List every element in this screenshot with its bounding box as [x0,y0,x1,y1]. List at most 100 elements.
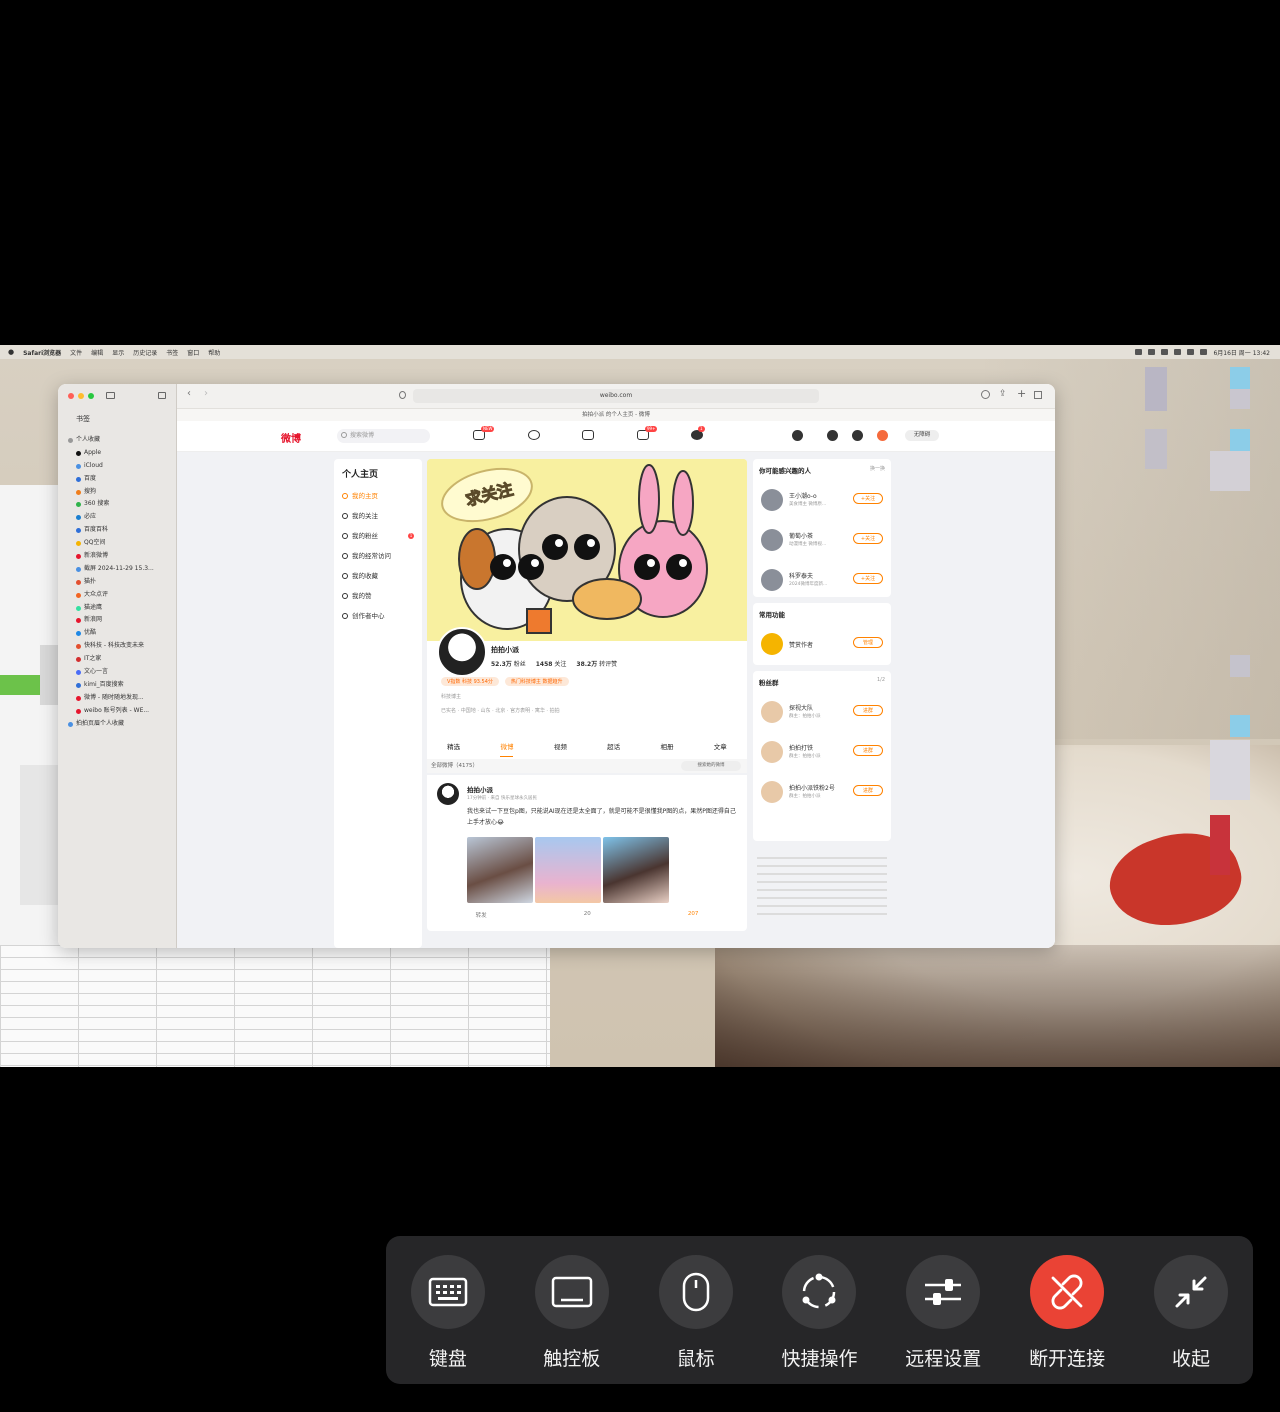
menu-view[interactable]: 显示 [112,348,124,357]
user-row[interactable]: 拍拍小派铁粉2号 群主：拍拍小派 进群 [753,773,891,813]
video-icon[interactable] [582,430,594,440]
avatar[interactable] [761,741,783,763]
avatar[interactable] [761,569,783,591]
user-name[interactable]: 王小潮o-o [789,491,817,500]
back-icon[interactable]: ‹ [187,388,191,399]
bookmark-item[interactable]: 360 搜索 [68,498,172,511]
nav-item[interactable]: 创作者中心 [342,606,414,626]
bookmark-item[interactable]: 百度百科 [68,524,172,537]
user-row[interactable]: 探视大队 群主：拍拍小派 进群 [753,693,891,733]
quick-actions-button[interactable]: 快捷操作 [760,1255,878,1371]
follow-button[interactable]: +关注 [853,573,883,584]
bookmark-item[interactable]: 百度 [68,473,172,486]
nav-item[interactable]: 我的主页 [342,486,414,506]
menu-history[interactable]: 历史记录 [133,348,157,357]
mouse-button[interactable]: 鼠标 [637,1255,755,1371]
share-icon[interactable]: ⇪ [999,389,1007,399]
user-name[interactable]: 拍拍小派铁粉2号 [789,783,835,792]
user-name[interactable]: 探视大队 [789,703,813,712]
nav-item[interactable]: 我的收藏 [342,566,414,586]
keyboard-button[interactable]: 键盘 [389,1255,507,1371]
post-image[interactable] [467,837,533,903]
active-tab[interactable]: 拍拍小派 的个人主页 - 微博 [177,409,1055,421]
profile-tab[interactable]: 相册 [660,737,673,757]
profile-tab[interactable]: 文章 [714,737,727,757]
follow-button[interactable]: 进群 [853,785,883,796]
bookmark-item[interactable]: QQ空间 [68,537,172,550]
follow-button[interactable]: +关注 [853,493,883,504]
bookmark-item[interactable]: 个人收藏 [68,434,172,447]
disconnect-button[interactable]: 断开连接 [1008,1255,1126,1371]
profile-tab[interactable]: 精选 [447,737,460,757]
avatar[interactable] [437,627,487,677]
feed-count-dropdown[interactable]: 全部微博（4175） [431,759,478,773]
menu-bookmarks[interactable]: 书签 [166,348,178,357]
menu-app-name[interactable]: Safari浏览器 [23,348,61,357]
bookmark-item[interactable]: 快科技 - 科技改变未来 [68,640,172,653]
nav-item[interactable]: 我的关注 [342,506,414,526]
likes-stat[interactable]: 38.2万 转评赞 [576,659,617,668]
user-row[interactable]: 葡萄小茶 动漫博主 微博视... +关注 [753,521,891,561]
like-button[interactable]: 207 [688,911,699,919]
battery-icon[interactable] [1187,349,1195,355]
bookmark-item[interactable]: 优酷 [68,627,172,640]
accessibility-mode-button[interactable]: 无障碍 [905,430,939,441]
user-row[interactable]: 拍拍打铁 群主：拍拍小派 进群 [753,733,891,773]
menu-help[interactable]: 帮助 [208,348,220,357]
nav-item[interactable]: 我的粉丝 1 [342,526,414,546]
avatar[interactable] [761,781,783,803]
bookmark-item[interactable]: IT之家 [68,653,172,666]
v-index-tag[interactable]: V指数 科技 93.54分 [441,677,499,686]
trackpad-button[interactable]: 触控板 [513,1255,631,1371]
privacy-shield-icon[interactable] [399,391,406,399]
bookmark-item[interactable]: 猫扑 [68,576,172,589]
wifi-icon[interactable] [1174,349,1182,355]
post-image[interactable] [603,837,669,903]
bookmark-item[interactable]: 必应 [68,511,172,524]
follow-button[interactable]: 进群 [853,745,883,756]
new-tab-icon[interactable]: + [1017,387,1026,400]
collapse-button[interactable]: 收起 [1132,1255,1250,1371]
nav-item[interactable]: 我的赞 [342,586,414,606]
avatar[interactable] [761,529,783,551]
bookmark-item[interactable]: 大众点评 [68,589,172,602]
avatar[interactable] [761,489,783,511]
avatar[interactable] [761,701,783,723]
follow-button[interactable]: +关注 [853,533,883,544]
manage-button[interactable]: 管理 [853,637,883,648]
user-name[interactable]: 拍拍打铁 [789,743,813,752]
feed-search-input[interactable]: 搜索她的微博 [681,761,741,771]
remote-desktop-view[interactable]: ● Safari浏览器 文件 编辑 显示 历史记录 书签 窗口 帮助 6月16日… [0,345,1280,1067]
download-icon[interactable] [981,390,990,399]
fans-pager[interactable]: 1/2 [877,677,885,683]
post-image[interactable] [535,837,601,903]
bookmark-item[interactable]: 搜狗 [68,486,172,499]
user-name[interactable]: 科罗泰夫 [789,571,813,580]
search-icon[interactable] [1200,349,1208,355]
address-bar[interactable]: weibo.com [413,389,819,403]
bookmark-item[interactable]: 截屏 2024-11-29 15.3... [68,563,172,576]
user-name[interactable]: 葡萄小茶 [789,531,813,540]
hot-blogger-tag[interactable]: 热门科技博主 数据趋升 [504,677,569,686]
menu-file[interactable]: 文件 [70,348,82,357]
apple-icon[interactable]: ● [8,348,14,356]
profile-tab[interactable]: 超话 [607,737,620,757]
close-window-button[interactable] [68,393,74,399]
weibo-logo[interactable]: 微博 [281,430,301,445]
compose-icon[interactable] [877,430,888,441]
menu-window[interactable]: 窗口 [187,348,199,357]
refresh-suggestions-button[interactable]: 换一换 [870,465,885,472]
bookmark-item[interactable]: kimi_百度搜索 [68,679,172,692]
following-stat[interactable]: 1458 关注 [536,659,567,668]
repost-button[interactable]: 转发 [476,911,487,919]
menu-clock[interactable]: 6月16日 周一 13:42 [1213,348,1270,357]
bookmark-item[interactable]: iCloud [68,460,172,473]
avatar-icon[interactable] [792,430,803,441]
user-row[interactable]: 王小潮o-o 美食博主 微博原... +关注 [753,481,891,521]
tab-overview-icon[interactable] [158,392,166,399]
profile-tab[interactable]: 视频 [554,737,567,757]
settings-sliders-button[interactable]: 远程设置 [884,1255,1002,1371]
bookmark-item[interactable]: 新浪网 [68,614,172,627]
nav-item[interactable]: 我的经常访问 [342,546,414,566]
avatar[interactable] [437,783,459,805]
